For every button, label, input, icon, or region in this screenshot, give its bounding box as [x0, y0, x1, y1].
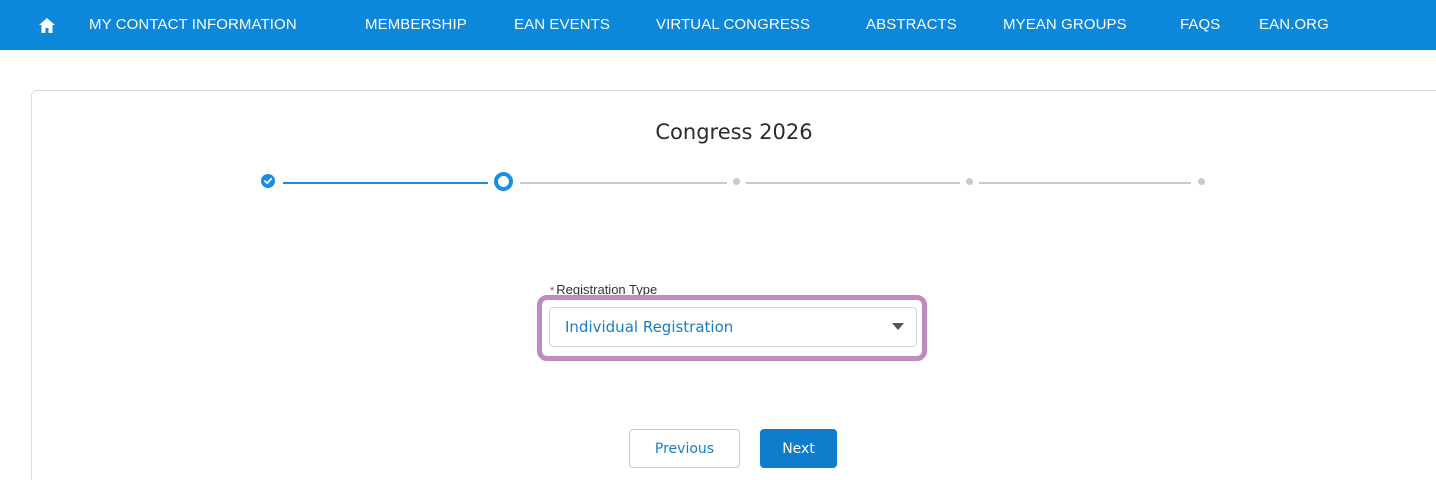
nav-link-faqs[interactable]: FAQS [1180, 0, 1220, 50]
previous-button[interactable]: Previous [629, 429, 740, 468]
progress-line-completed [283, 182, 488, 184]
step-pending [1198, 178, 1205, 185]
next-button[interactable]: Next [760, 429, 837, 468]
progress-line-pending [746, 182, 960, 184]
check-icon [264, 177, 273, 185]
chevron-down-icon [892, 323, 904, 330]
nav-link-virtual-congress[interactable]: VIRTUAL CONGRESS [656, 0, 810, 50]
progress-line-pending [979, 182, 1191, 184]
home-icon [39, 17, 55, 33]
nav-link-myean-groups[interactable]: MYEAN GROUPS [1003, 0, 1127, 50]
progress-line-pending [520, 182, 727, 184]
step-current[interactable] [494, 172, 513, 191]
step-pending [733, 178, 740, 185]
registration-card [31, 90, 1436, 480]
nav-link-ean-org[interactable]: EAN.ORG [1259, 0, 1329, 50]
page-title: Congress 2026 [655, 120, 813, 144]
nav-link-abstracts[interactable]: ABSTRACTS [866, 0, 957, 50]
nav-link-ean-events[interactable]: EAN EVENTS [514, 0, 610, 50]
registration-type-select[interactable]: Individual Registration [549, 307, 917, 347]
home-button[interactable] [36, 14, 58, 36]
nav-link-my-contact-information[interactable]: MY CONTACT INFORMATION [89, 0, 297, 50]
nav-link-membership[interactable]: MEMBERSHIP [365, 0, 467, 50]
top-navigation-bar: MY CONTACT INFORMATION MEMBERSHIP EAN EV… [0, 0, 1436, 50]
registration-type-value: Individual Registration [565, 318, 734, 336]
step-pending [966, 178, 973, 185]
step-completed[interactable] [261, 174, 275, 188]
